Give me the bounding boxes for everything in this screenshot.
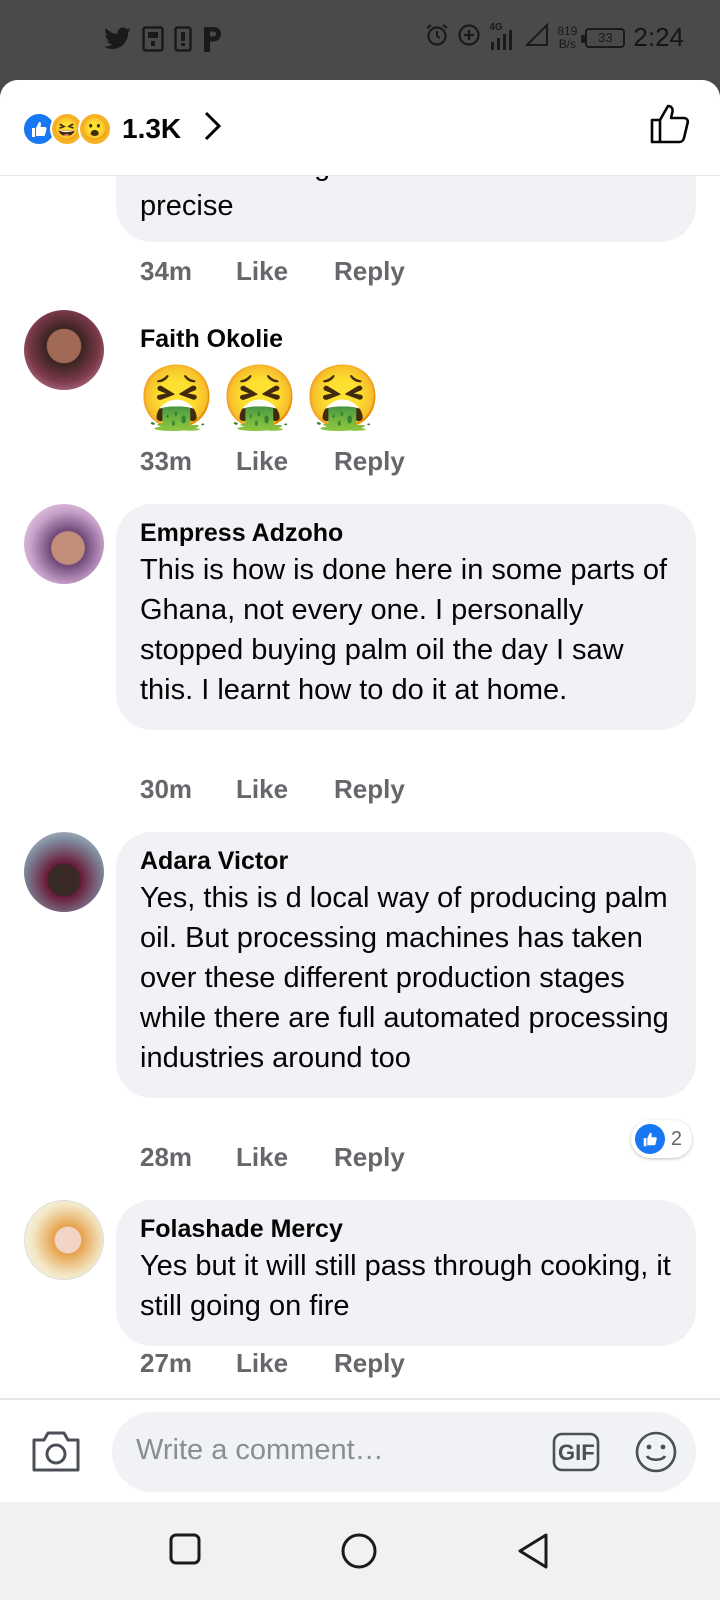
reply-button[interactable]: Reply: [334, 774, 405, 805]
like-reaction-icon: [634, 1124, 665, 1154]
comment-bubble[interactable]: Empress Adzoho This is how is done here …: [116, 504, 696, 730]
speed-unit: B/s: [558, 36, 577, 51]
back-button[interactable]: [516, 1532, 550, 1575]
comment-time: 30m: [140, 774, 193, 804]
avatar[interactable]: [24, 504, 104, 584]
camera-button[interactable]: [30, 1428, 82, 1479]
reactions-summary[interactable]: 😆 😮 1.3K: [22, 110, 223, 147]
comment-actions: 27m Like Reply: [140, 1348, 451, 1379]
comment-time: 34m: [140, 256, 193, 286]
battery-icon: 33: [581, 27, 626, 48]
avatar[interactable]: [24, 310, 104, 390]
notification-icons: [104, 24, 224, 54]
comment-actions: 33m Like Reply: [140, 446, 451, 477]
comment-like-count-badge[interactable]: 2: [630, 1120, 692, 1158]
signal-4g-icon: 4G: [489, 22, 517, 52]
like-button[interactable]: Like: [236, 1348, 288, 1379]
comment-author[interactable]: Empress Adzoho: [140, 516, 672, 550]
comment-text: Yes but it will still pass through cooki…: [140, 1250, 671, 1322]
network-speed: 819 B/s: [557, 23, 578, 51]
comment-input[interactable]: Write a comment… GIF: [112, 1412, 696, 1492]
comment-text: Not so in Enugu State Nkanu to be precis…: [140, 176, 587, 222]
reaction-count: 1.3K: [122, 112, 182, 144]
status-bar: 4G 819 B/s 33 2:24: [0, 0, 720, 80]
like-button[interactable]: Like: [236, 256, 288, 287]
comment-time: 27m: [140, 1348, 193, 1378]
sim-icon-2: [174, 24, 192, 54]
twitter-icon: [104, 24, 132, 54]
reply-button[interactable]: Reply: [334, 446, 405, 477]
comment-bubble[interactable]: Adara Victor Yes, this is d local way of…: [116, 832, 696, 1098]
vomit-emoji-icon: 🤮: [138, 363, 216, 432]
sim-icon: [142, 24, 164, 54]
emoji-button[interactable]: [634, 1430, 678, 1479]
avatar[interactable]: [24, 1200, 104, 1280]
comment-emojis: 🤮 🤮 🤮: [138, 360, 382, 436]
vomit-emoji-icon: 🤮: [304, 363, 382, 432]
alarm-icon: [425, 23, 449, 52]
reactions-header: 😆 😮 1.3K: [0, 80, 720, 176]
home-button[interactable]: [340, 1532, 378, 1575]
data-saver-icon: [457, 23, 481, 52]
wow-reaction-icon: 😮: [78, 111, 112, 146]
speed-value: 819: [557, 23, 578, 38]
avatar[interactable]: [24, 832, 104, 912]
reply-button[interactable]: Reply: [334, 1142, 405, 1173]
like-button[interactable]: Like: [236, 1142, 288, 1173]
comment-time: 28m: [140, 1142, 193, 1172]
signal-empty-icon: [524, 22, 549, 52]
battery-level: 33: [598, 30, 613, 45]
comments-sheet: 😆 😮 1.3K Not so in Enugu State Nkanu to …: [0, 80, 720, 1480]
chevron-right-icon: [203, 110, 223, 147]
recent-apps-button[interactable]: [168, 1532, 202, 1571]
gif-label: GIF: [558, 1440, 595, 1465]
reply-button[interactable]: Reply: [334, 256, 405, 287]
comment-bubble[interactable]: Not so in Enugu State Nkanu to be precis…: [116, 176, 696, 242]
gif-button[interactable]: GIF: [552, 1432, 600, 1477]
clock: 2:24: [633, 22, 684, 52]
comment-composer: Write a comment… GIF: [0, 1398, 720, 1502]
comment-actions: 30m Like Reply: [140, 774, 451, 805]
comment-input-placeholder: Write a comment…: [136, 1434, 384, 1466]
vomit-emoji-icon: 🤮: [221, 363, 299, 432]
like-post-button[interactable]: [648, 102, 692, 151]
system-icons: 4G 819 B/s 33 2:24: [425, 22, 684, 53]
comment-author[interactable]: Folashade Mercy: [140, 1212, 672, 1246]
like-count: 2: [670, 1127, 682, 1150]
system-navigation-bar: [0, 1502, 720, 1600]
comment-actions: 34m Like Reply: [140, 256, 451, 287]
reply-button[interactable]: Reply: [334, 1348, 405, 1379]
comment-text: Yes, this is d local way of producing pa…: [140, 882, 669, 1074]
paypal-icon: [202, 24, 224, 54]
like-button[interactable]: Like: [236, 774, 288, 805]
comment-bubble[interactable]: Folashade Mercy Yes but it will still pa…: [116, 1200, 696, 1346]
comment-author[interactable]: Adara Victor: [140, 844, 672, 878]
comment-text: This is how is done here in some parts o…: [140, 554, 668, 706]
like-button[interactable]: Like: [236, 446, 288, 477]
comment-actions: 28m Like Reply: [140, 1142, 451, 1173]
comment-list[interactable]: Not so in Enugu State Nkanu to be precis…: [0, 176, 720, 1476]
comment-author[interactable]: Faith Okolie: [140, 322, 283, 356]
comment-time: 33m: [140, 446, 193, 476]
